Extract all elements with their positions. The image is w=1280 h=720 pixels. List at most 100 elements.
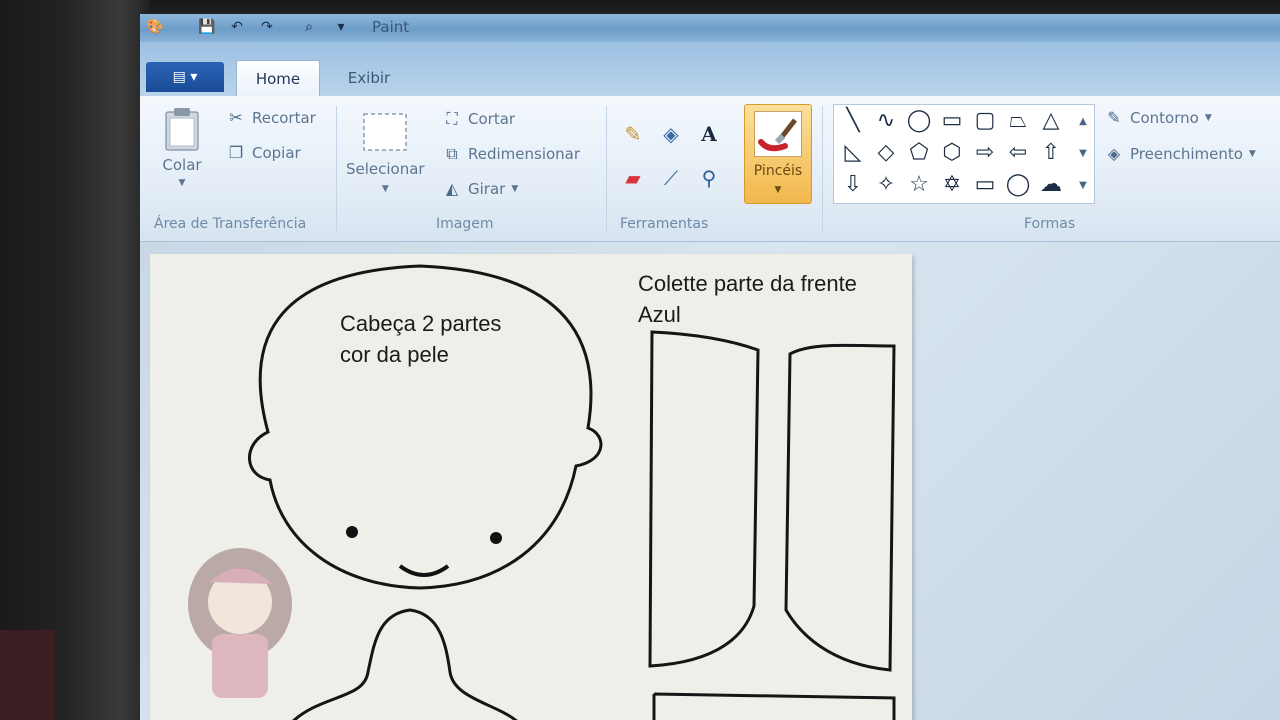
crop-label: Cortar [468,110,516,128]
color-picker-icon[interactable]: ⟋ [654,162,688,194]
outline-label: Contorno [1130,109,1199,127]
brushes-dropdown-icon: ▼ [774,185,782,195]
left-eye [346,526,358,538]
head-label-line2: cor da pele [340,342,449,367]
triangle-shape-icon[interactable]: △ [1036,107,1066,135]
scissors-icon: ✂ [229,108,243,127]
pentagon-shape-icon[interactable]: ⬠ [904,139,934,167]
fill-button[interactable]: ◈ Preenchimento ▼ [1104,144,1256,164]
paste-label: Colar [162,156,202,174]
right-triangle-shape-icon[interactable]: ◺ [838,139,868,167]
paste-button[interactable]: Colar ▼ [162,106,202,188]
tab-view[interactable]: Exibir [332,60,406,96]
left-arrow-shape-icon[interactable]: ⇦ [1003,139,1033,167]
quick-access-dropdown-icon[interactable]: ▾ [332,18,350,36]
redo-icon[interactable]: ↷ [258,18,276,36]
rounded-callout-shape-icon[interactable]: ▭ [970,171,1000,199]
fill-dropdown-icon: ▼ [1248,149,1256,159]
five-point-star-shape-icon[interactable]: ☆ [904,171,934,199]
outline-button[interactable]: ✎ Contorno ▼ [1104,108,1212,128]
text-icon[interactable]: A [692,118,726,150]
rectangle-shape-icon[interactable]: ▭ [937,107,967,135]
clipboard-group-label: Área de Transferência [154,216,307,232]
body-outline [292,608,518,720]
tab-home[interactable]: Home [236,60,320,96]
paint-menu-button[interactable]: ▤ ▾ [146,62,224,92]
scroll-down-icon[interactable]: ▼ [1074,138,1092,170]
gallery-expand-icon[interactable]: ▼ [1074,170,1092,202]
sewing-pattern-drawing [188,264,896,720]
outline-pen-icon: ✎ [1107,108,1121,127]
window-title: Paint [372,18,410,36]
group-divider [606,106,607,231]
four-point-star-shape-icon[interactable]: ✧ [871,171,901,199]
copy-button[interactable]: ❐ Copiar [226,143,301,163]
collar-label-line2: Azul [638,302,681,327]
pencil-icon[interactable]: ✎ [616,118,650,150]
rotate-button[interactable]: ◭ Girar ▼ [442,179,518,199]
oval-callout-shape-icon[interactable]: ◯ [1003,171,1033,199]
up-arrow-shape-icon[interactable]: ⇧ [1036,139,1066,167]
eraser-icon[interactable]: ▰ [616,162,650,194]
smile [398,564,450,577]
crop-button[interactable]: ⛶ Cortar [442,109,515,129]
group-divider [822,106,823,231]
diamond-shape-icon[interactable]: ◇ [871,139,901,167]
rotate-label: Girar [468,180,506,198]
paste-dropdown-icon: ▼ [178,178,186,188]
six-point-star-shape-icon[interactable]: ✡ [937,171,967,199]
clipboard-icon [165,108,199,151]
save-icon[interactable]: 💾 [198,18,216,36]
cloud-callout-shape-icon[interactable]: ☁ [1036,171,1066,199]
group-divider [336,106,337,231]
collar-piece-left [648,330,760,668]
collar-piece-right [784,343,896,672]
copy-label: Copiar [252,144,301,162]
photo-of-monitor: 🎨 💾 ↶ ↷ ⌕ ▾ Paint ▤ ▾ Home Exibir Colar … [0,0,1280,720]
monitor-bezel-left [0,0,150,720]
shapes-scrollbar[interactable]: ▲ ▼ ▼ [1074,106,1092,202]
ribbon: Colar ▼ ✂ Recortar ❐ Copiar Área de Tran… [140,96,1280,242]
outline-dropdown-icon: ▼ [1204,113,1212,123]
brushes-button[interactable]: Pincéis ▼ [744,104,812,204]
magnifier-icon[interactable]: ⚲ [692,162,726,194]
line-shape-icon[interactable]: ╲ [838,107,868,135]
crop-icon: ⛶ [446,109,458,128]
resize-icon: ⧉ [446,144,458,163]
select-button[interactable]: Selecionar ▼ [346,110,425,194]
collar-band-piece [652,692,896,720]
canvas-workspace: Cabeça 2 partes cor da pele Colette part… [140,242,1280,720]
paint-window: 🎨 💾 ↶ ↷ ⌕ ▾ Paint ▤ ▾ Home Exibir Colar … [140,14,1280,720]
cut-button[interactable]: ✂ Recortar [226,108,316,128]
select-label: Selecionar [346,160,425,178]
down-arrow-shape-icon[interactable]: ⇩ [838,171,868,199]
right-eye [490,532,502,544]
print-preview-icon[interactable]: ⌕ [300,18,318,36]
oval-shape-icon[interactable]: ◯ [904,107,934,135]
drawing-canvas[interactable]: Cabeça 2 partes cor da pele Colette part… [150,254,912,720]
shapes-gallery: ╲ ∿ ◯ ▭ ▢ ⏢ △ ◺ ◇ ⬠ ⬡ ⇨ ⇦ ⇧ ⇩ ✧ ☆ ✡ ▭ ◯ [833,104,1095,204]
fill-bucket-icon[interactable]: ◈ [654,118,688,150]
selection-icon [363,113,407,151]
shapes-group-label: Formas [1024,216,1076,232]
hexagon-shape-icon[interactable]: ⬡ [937,139,967,167]
scroll-up-icon[interactable]: ▲ [1074,106,1092,138]
rounded-rectangle-shape-icon[interactable]: ▢ [970,107,1000,135]
select-dropdown-icon: ▼ [381,184,389,194]
cut-label: Recortar [252,109,316,127]
paint-app-icon[interactable]: 🎨 [146,18,164,36]
rotate-dropdown-icon: ▼ [511,184,519,194]
watermark-doll-logo [188,548,292,698]
tools-group-label: Ferramentas [620,216,709,232]
undo-icon[interactable]: ↶ [228,18,246,36]
image-group-label: Imagem [436,216,494,232]
head-label-line1: Cabeça 2 partes [340,311,502,336]
resize-label: Redimensionar [468,145,581,163]
curve-shape-icon[interactable]: ∿ [871,107,901,135]
rotate-icon: ◭ [445,179,459,198]
polygon-shape-icon[interactable]: ⏢ [1003,107,1033,135]
resize-button[interactable]: ⧉ Redimensionar [442,144,580,164]
collar-label-line1: Colette parte da frente [638,271,857,296]
right-arrow-shape-icon[interactable]: ⇨ [970,139,1000,167]
ribbon-tabs: ▤ ▾ Home Exibir [140,42,1280,96]
